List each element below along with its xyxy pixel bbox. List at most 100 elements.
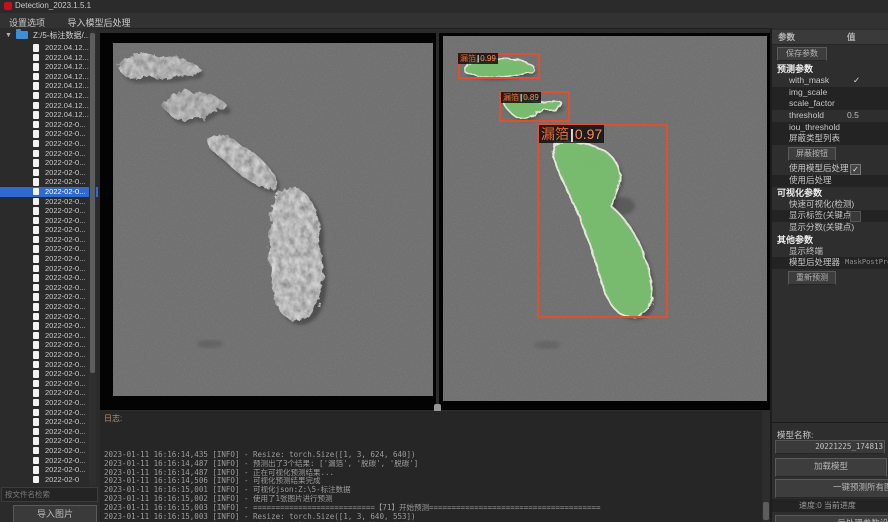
param-row-fast-vis[interactable]: 快速可视化(检测) [772, 199, 888, 211]
tree-item[interactable]: 2022-02-0... [0, 149, 98, 159]
tree-root-folder[interactable]: ▼ Z:/5-标注数据/... [0, 28, 98, 43]
file-icon [33, 380, 39, 388]
param-row-iou-threshold[interactable]: iou_threshold [772, 122, 888, 134]
prediction-image[interactable]: 漏箔|0.99 漏箔|0.89 漏箔|0.97 [443, 36, 767, 401]
tree-item[interactable]: 2022-02-0... [0, 187, 98, 197]
tree-item[interactable]: 2022.04.12... [0, 81, 98, 91]
tree-item[interactable]: 2022-02-0... [0, 302, 98, 312]
param-row-use-post[interactable]: 使用后处理 [772, 175, 888, 187]
tree-item[interactable]: 2022-02-0... [0, 446, 98, 456]
tree-item[interactable]: 2022-02-0... [0, 139, 98, 149]
param-row-mask-type-list[interactable]: 屏蔽类型列表 [772, 133, 888, 145]
tree-item[interactable]: 2022-02-0... [0, 225, 98, 235]
file-icon [33, 102, 39, 110]
tree-item[interactable]: 2022-02-0... [0, 331, 98, 341]
tree-scrollbar[interactable] [89, 30, 96, 485]
tree-item[interactable]: 2022-02-0... [0, 321, 98, 331]
tree-item[interactable]: 2022-02-0... [0, 369, 98, 379]
param-table-header: 参数 值 [772, 30, 888, 45]
tree-scrollbar-thumb[interactable] [90, 33, 95, 373]
prediction-image-panel[interactable]: 漏箔|0.99 漏箔|0.89 漏箔|0.97 [439, 33, 770, 410]
file-icon [33, 418, 39, 426]
tree-item[interactable]: 2022.04.12... [0, 43, 98, 53]
menu-bar: 设置选项 导入模型后处理 [0, 13, 888, 29]
load-model-button[interactable]: 加载模型 [775, 458, 887, 477]
expand-arrow-icon[interactable]: ▼ [5, 28, 12, 43]
tree-item[interactable]: 2022-02-0... [0, 427, 98, 437]
tree-item[interactable]: 2022.04.12... [0, 62, 98, 72]
tree-item[interactable]: 2022-02-0... [0, 360, 98, 370]
tree-item[interactable]: 2022-02-0... [0, 465, 98, 475]
tree-item[interactable]: 2022-02-0... [0, 388, 98, 398]
param-row-threshold[interactable]: threshold 0.5 [772, 110, 888, 122]
tree-item[interactable]: 2022-02-0... [0, 456, 98, 466]
tree-item[interactable]: 2022.04.12... [0, 101, 98, 111]
file-icon [33, 63, 39, 71]
tree-item[interactable]: 2022-02-0... [0, 120, 98, 130]
predict-all-button[interactable]: 一键预测所有图片 [775, 479, 888, 498]
file-icon [33, 73, 39, 81]
param-row-post-processor[interactable]: 模型后处理器 MaskPostPro [772, 257, 888, 269]
use-model-post-checkbox[interactable]: ✓ [850, 164, 861, 175]
tree-item[interactable]: 2022-02-0 [0, 475, 98, 485]
param-row-with-mask[interactable]: with_mask ✓ [772, 75, 888, 87]
mask-button[interactable]: 屏蔽按钮 [788, 147, 836, 161]
original-image[interactable] [113, 43, 433, 396]
tree-item[interactable]: 2022-02-0... [0, 168, 98, 178]
tree-item[interactable]: 2022-02-0... [0, 244, 98, 254]
tree-item[interactable]: 2022-02-0... [0, 408, 98, 418]
tree-item[interactable]: 2022-02-0... [0, 379, 98, 389]
param-row-scale-factor[interactable]: scale_factor [772, 98, 888, 110]
tree-item[interactable]: 2022-02-0... [0, 292, 98, 302]
tree-item[interactable]: 2022-02-0... [0, 197, 98, 207]
tree-item[interactable]: 2022-02-0... [0, 312, 98, 322]
file-icon [33, 236, 39, 244]
tree-item[interactable]: 2022-02-0... [0, 235, 98, 245]
file-icon [33, 217, 39, 225]
tree-item[interactable]: 2022-02-0... [0, 273, 98, 283]
tree-item[interactable]: 2022-02-0... [0, 340, 98, 350]
file-icon [33, 341, 39, 349]
tree-item[interactable]: 2022.04.12... [0, 110, 98, 120]
section-other-params: 其他参数 [772, 234, 888, 246]
tree-item[interactable]: 2022.04.12... [0, 91, 98, 101]
tree-item[interactable]: 2022-02-0... [0, 398, 98, 408]
file-icon [33, 130, 39, 138]
tree-item[interactable]: 2022-02-0... [0, 129, 98, 139]
post-param-button[interactable]: 后处理参数设置 [775, 515, 888, 522]
param-row-img-scale[interactable]: img_scale [772, 87, 888, 99]
log-scrollbar[interactable] [762, 411, 770, 522]
tree-item[interactable]: 2022-02-0... [0, 350, 98, 360]
param-row-show-score[interactable]: 显示分数(关键点) [772, 222, 888, 234]
tree-item[interactable]: 2022-02-0... [0, 264, 98, 274]
file-icon [33, 284, 39, 292]
tree-item[interactable]: 2022.04.12... [0, 53, 98, 63]
log-scrollbar-thumb[interactable] [763, 502, 769, 520]
tree-root-label: Z:/5-标注数据/... [33, 31, 90, 40]
repredict-button[interactable]: 重新预测 [788, 271, 836, 285]
tree-item[interactable]: 2022-02-0... [0, 206, 98, 216]
param-row-use-model-post[interactable]: 使用模型后处理 ✓ [772, 163, 888, 175]
save-params-button[interactable]: 保存参数 [777, 47, 827, 61]
file-icon [33, 361, 39, 369]
tree-item[interactable]: 2022-02-0... [0, 216, 98, 226]
tree-item[interactable]: 2022-02-0... [0, 177, 98, 187]
file-icon [33, 351, 39, 359]
original-image-panel[interactable] [100, 33, 436, 410]
tree-item[interactable]: 2022-02-0... [0, 417, 98, 427]
param-row-show-label[interactable]: 显示标签(关键点) [772, 210, 888, 222]
model-name-field[interactable]: 20221225_174813 [775, 440, 885, 454]
import-image-button[interactable]: 导入图片 [13, 505, 97, 522]
tree-item[interactable]: 2022.04.12... [0, 72, 98, 82]
show-label-checkbox[interactable] [850, 211, 861, 222]
param-row-show-terminal[interactable]: 显示终端 [772, 246, 888, 258]
tree-item[interactable]: 2022-02-0... [0, 283, 98, 293]
file-icon [33, 399, 39, 407]
post-processor-value[interactable]: MaskPostPro [845, 257, 888, 269]
tree-item[interactable]: 2022-02-0... [0, 158, 98, 168]
tree-item[interactable]: 2022-02-0... [0, 436, 98, 446]
search-input[interactable] [1, 487, 98, 502]
tree-item[interactable]: 2022-02-0... [0, 254, 98, 264]
file-icon [33, 82, 39, 90]
threshold-value[interactable]: 0.5 [847, 110, 859, 122]
